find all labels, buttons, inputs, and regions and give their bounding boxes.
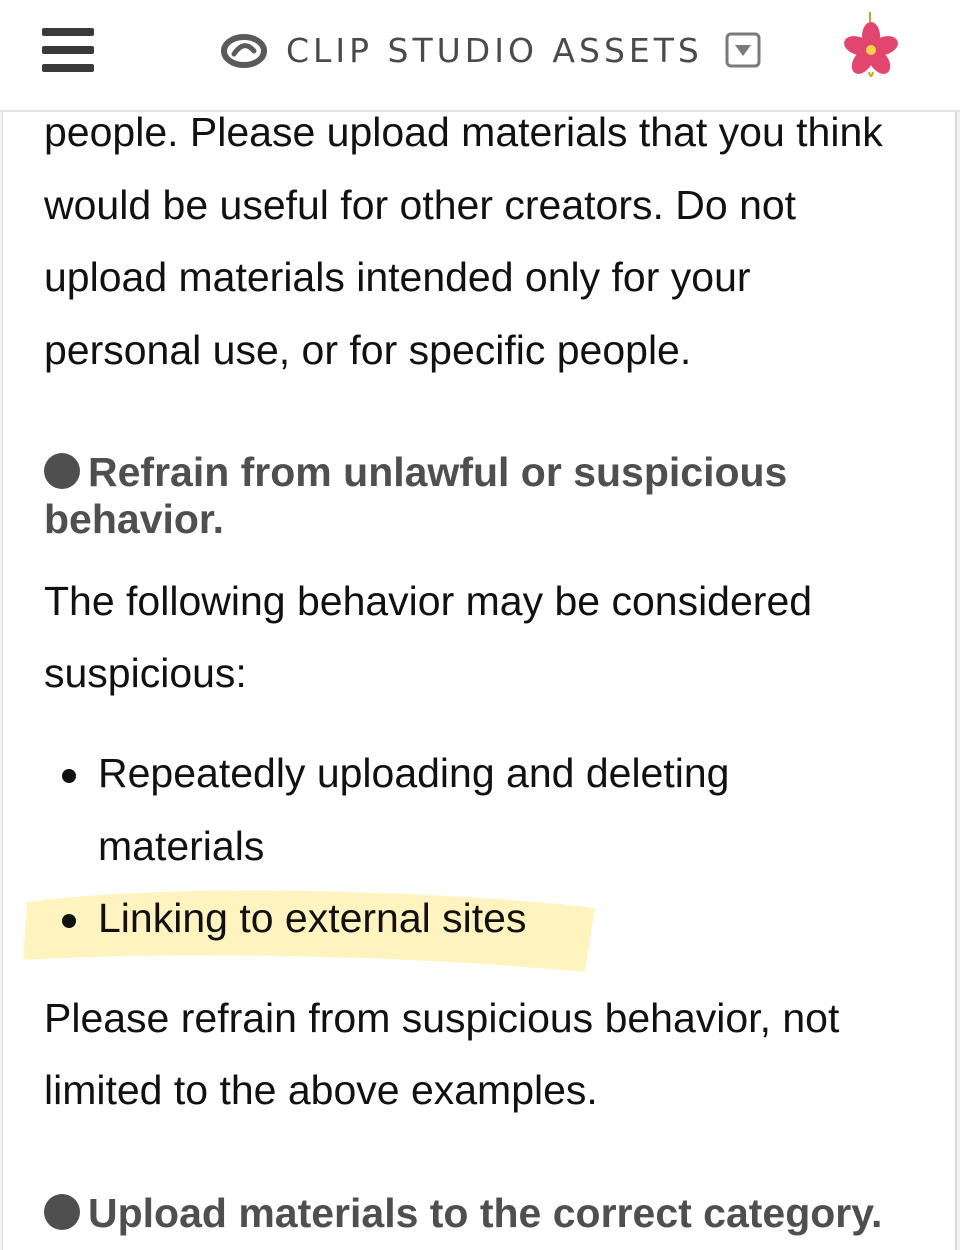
menu-line <box>42 46 94 54</box>
section-intro-line: suspicious: <box>44 650 247 696</box>
heading-text: Refrain from unlawful or suspicious <box>88 449 788 495</box>
site-title: CLIP STUDIO ASSETS <box>286 30 703 70</box>
heading-text: Upload materials to the correct category… <box>88 1190 883 1236</box>
site-brand[interactable]: CLIP STUDIO ASSETS <box>220 22 761 78</box>
section-heading: Upload materials to the correct category… <box>44 1190 882 1237</box>
list-item-line: Repeatedly uploading and deleting <box>98 750 730 796</box>
intro-line: upload materials intended only for your <box>44 254 751 300</box>
section-heading: Refrain from unlawful or suspicious <box>44 449 787 496</box>
dropdown-arrow-icon[interactable] <box>725 32 761 68</box>
list-bullet <box>62 914 76 928</box>
pink-flower-icon[interactable] <box>838 10 904 82</box>
section-intro-line: The following behavior may be considered <box>44 578 813 624</box>
intro-line: personal use, or for specific people. <box>44 327 692 373</box>
list-bullet <box>62 769 76 783</box>
heading-bullet-icon <box>44 1194 80 1230</box>
menu-line <box>42 28 94 36</box>
heading-bullet-icon <box>44 453 80 489</box>
list-item-highlighted: Linking to external sites <box>98 895 527 941</box>
section-heading-continued: behavior. <box>44 496 225 542</box>
closing-line: limited to the above examples. <box>44 1067 598 1113</box>
list-item-line: materials <box>98 823 265 869</box>
intro-line: would be useful for other creators. Do n… <box>44 182 797 228</box>
closing-line: Please refrain from suspicious behavior,… <box>44 995 840 1041</box>
intro-line: people. Please upload materials that you… <box>44 112 883 155</box>
menu-line <box>42 64 94 72</box>
guidelines-content: people. Please upload materials that you… <box>2 112 957 1250</box>
top-bar: CLIP STUDIO ASSETS <box>0 0 960 112</box>
hamburger-menu-icon[interactable] <box>42 28 94 72</box>
clip-studio-logo-icon <box>221 34 267 68</box>
